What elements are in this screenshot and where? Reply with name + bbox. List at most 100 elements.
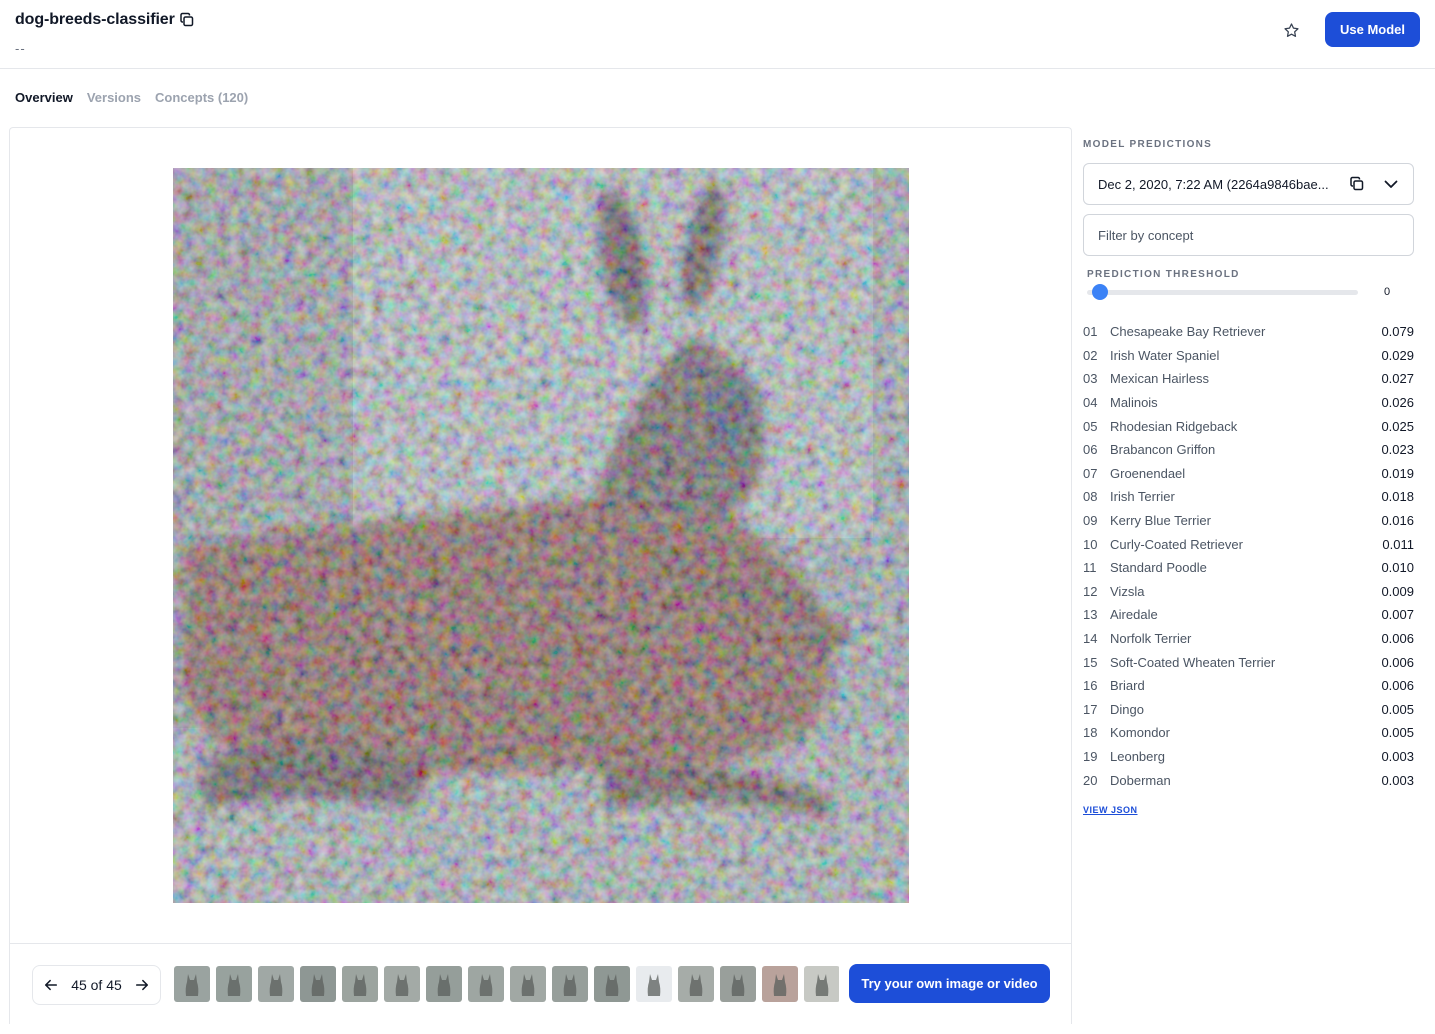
prediction-score: 0.010 <box>1381 560 1414 576</box>
arrow-right-icon[interactable] <box>134 977 150 993</box>
prediction-row: 07 Groenendael 0.019 <box>1083 462 1414 486</box>
prediction-concept: Briard <box>1110 678 1145 694</box>
prediction-concept: Norfolk Terrier <box>1110 631 1192 647</box>
tab-versions[interactable]: Versions <box>87 90 141 105</box>
model-title: dog-breeds-classifier <box>15 11 175 28</box>
prediction-row: 03 Mexican Hairless 0.027 <box>1083 367 1414 391</box>
tab-concepts[interactable]: Concepts (120) <box>155 90 248 105</box>
thumbnail[interactable] <box>762 966 798 1002</box>
thumbnail[interactable] <box>300 966 336 1002</box>
title-row: dog-breeds-classifier <box>15 11 195 29</box>
prediction-concept: Groenendael <box>1110 465 1186 481</box>
prediction-score: 0.003 <box>1381 772 1414 788</box>
prediction-concept: Komondor <box>1110 725 1170 741</box>
prediction-concept: Soft-Coated Wheaten Terrier <box>1110 654 1276 670</box>
threshold-slider-track[interactable] <box>1087 290 1358 295</box>
prediction-rank: 04 <box>1083 395 1098 411</box>
prediction-score: 0.016 <box>1381 513 1414 529</box>
prediction-row: 09 Kerry Blue Terrier 0.016 <box>1083 509 1414 533</box>
prediction-score: 0.006 <box>1381 678 1414 694</box>
prediction-concept: Doberman <box>1110 772 1171 788</box>
version-select[interactable]: Dec 2, 2020, 7:22 AM (2264a9846bae... <box>1083 163 1414 205</box>
threshold-value: 0 <box>1384 286 1391 298</box>
thumbnail[interactable] <box>636 966 672 1002</box>
prediction-rank: 19 <box>1083 748 1098 764</box>
prediction-concept: Rhodesian Ridgeback <box>1110 418 1238 434</box>
try-own-image-button[interactable]: Try your own image or video <box>849 964 1050 1003</box>
threshold-label: PREDICTION THRESHOLD <box>1087 269 1240 280</box>
tab-overview[interactable]: Overview <box>15 90 73 105</box>
copy-icon[interactable] <box>179 12 195 28</box>
prediction-concept: Dingo <box>1110 701 1144 717</box>
thumbnail[interactable] <box>804 966 839 1002</box>
prediction-row: 17 Dingo 0.005 <box>1083 698 1414 722</box>
image-viewer: 45 of 45 Try your own image or video <box>9 127 1072 1024</box>
thumbnail[interactable] <box>174 966 210 1002</box>
prediction-rank: 07 <box>1083 465 1098 481</box>
thumbnail-strip <box>174 966 839 1002</box>
star-icon[interactable] <box>1279 18 1303 42</box>
prediction-row: 06 Brabancon Griffon 0.023 <box>1083 438 1414 462</box>
thumbnail[interactable] <box>678 966 714 1002</box>
prediction-row: 08 Irish Terrier 0.018 <box>1083 485 1414 509</box>
version-selected: Dec 2, 2020, 7:22 AM (2264a9846bae... <box>1098 176 1329 192</box>
prediction-score: 0.006 <box>1381 631 1414 647</box>
prediction-rank: 05 <box>1083 418 1098 434</box>
prediction-row: 16 Briard 0.006 <box>1083 674 1414 698</box>
prediction-concept: Vizsla <box>1110 583 1145 599</box>
thumbnail[interactable] <box>258 966 294 1002</box>
predictions-list: 01 Chesapeake Bay Retriever 0.079 02 Irish W… <box>1083 320 1414 792</box>
thumbnail[interactable] <box>468 966 504 1002</box>
prediction-row: 05 Rhodesian Ridgeback 0.025 <box>1083 414 1414 438</box>
prediction-rank: 09 <box>1083 513 1098 529</box>
copy-icon[interactable] <box>1349 176 1365 192</box>
thumbnail[interactable] <box>342 966 378 1002</box>
prediction-rank: 17 <box>1083 701 1098 717</box>
filter-concept-input[interactable] <box>1083 214 1414 256</box>
prediction-score: 0.023 <box>1381 442 1414 458</box>
prediction-score: 0.027 <box>1381 371 1414 387</box>
thumbnail[interactable] <box>384 966 420 1002</box>
arrow-left-icon[interactable] <box>43 977 59 993</box>
prediction-score: 0.005 <box>1381 701 1414 717</box>
prediction-rank: 14 <box>1083 631 1098 647</box>
prediction-concept: Standard Poodle <box>1110 560 1207 576</box>
prediction-score: 0.009 <box>1381 583 1414 599</box>
prediction-concept: Chesapeake Bay Retriever <box>1110 324 1266 340</box>
prediction-concept: Malinois <box>1110 395 1158 411</box>
prediction-row: 19 Leonberg 0.003 <box>1083 745 1414 769</box>
prediction-rank: 15 <box>1083 654 1098 670</box>
prediction-score: 0.005 <box>1381 725 1414 741</box>
prediction-row: 20 Doberman 0.003 <box>1083 768 1414 792</box>
prediction-rank: 10 <box>1083 536 1098 552</box>
prediction-rank: 06 <box>1083 442 1098 458</box>
thumbnail[interactable] <box>720 966 756 1002</box>
prediction-score: 0.029 <box>1381 347 1414 363</box>
use-model-button[interactable]: Use Model <box>1325 12 1420 47</box>
chevron-down-icon <box>1383 176 1399 192</box>
prediction-score: 0.018 <box>1381 489 1414 505</box>
thumbnail[interactable] <box>594 966 630 1002</box>
prediction-rank: 18 <box>1083 725 1098 741</box>
image-pager: 45 of 45 <box>32 965 161 1005</box>
prediction-score: 0.079 <box>1381 324 1414 340</box>
prediction-rank: 13 <box>1083 607 1098 623</box>
prediction-row: 01 Chesapeake Bay Retriever 0.079 <box>1083 320 1414 344</box>
thumbnail[interactable] <box>510 966 546 1002</box>
view-json-link[interactable]: VIEW JSON <box>1083 805 1138 815</box>
prediction-row: 04 Malinois 0.026 <box>1083 391 1414 415</box>
threshold-slider-handle[interactable] <box>1092 284 1108 300</box>
main-image <box>173 168 909 903</box>
prediction-score: 0.007 <box>1381 607 1414 623</box>
prediction-score: 0.006 <box>1381 654 1414 670</box>
prediction-score: 0.011 <box>1382 536 1414 552</box>
thumbnail[interactable] <box>426 966 462 1002</box>
prediction-row: 13 Airedale 0.007 <box>1083 603 1414 627</box>
prediction-row: 02 Irish Water Spaniel 0.029 <box>1083 344 1414 368</box>
prediction-score: 0.003 <box>1381 748 1414 764</box>
prediction-row: 15 Soft-Coated Wheaten Terrier 0.006 <box>1083 650 1414 674</box>
prediction-rank: 16 <box>1083 678 1098 694</box>
prediction-row: 12 Vizsla 0.009 <box>1083 580 1414 604</box>
thumbnail[interactable] <box>552 966 588 1002</box>
thumbnail[interactable] <box>216 966 252 1002</box>
